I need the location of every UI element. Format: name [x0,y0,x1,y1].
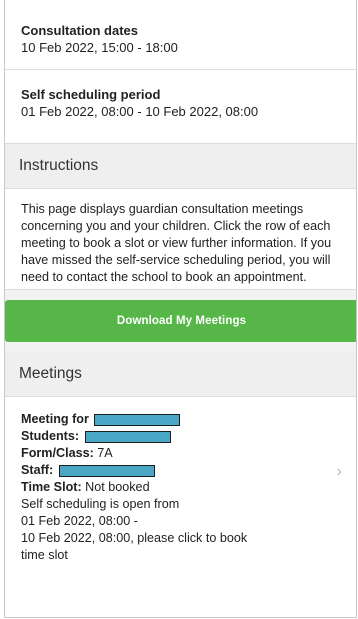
meeting-row[interactable]: Meeting for Students: Form/Class: 7A Sta… [5,397,356,564]
form-class-value: 7A [97,446,113,460]
scheduling-note-line-1: Self scheduling is open from [21,497,180,511]
time-slot-line: Time Slot: Not booked [21,479,340,496]
self-scheduling-period-block: Self scheduling period 01 Feb 2022, 08:0… [5,70,356,143]
form-class-line: Form/Class: 7A [21,445,340,462]
self-scheduling-period-value: 01 Feb 2022, 08:00 - 10 Feb 2022, 08:00 [21,104,259,119]
scheduling-note-line-3: 10 Feb 2022, 08:00, please click to book [21,531,248,545]
staff-line: Staff: [21,462,340,479]
chevron-right-icon: › [336,463,342,480]
instructions-text: This page displays guardian consultation… [5,189,356,290]
staff-label: Staff: [21,463,54,477]
time-slot-label: Time Slot: [21,480,82,494]
consultation-dates-value: 10 Feb 2022, 15:00 - 18:00 [21,40,178,55]
time-slot-value: Not booked [85,480,150,494]
meetings-page: Consultation dates 10 Feb 2022, 15:00 - … [4,0,357,618]
students-line: Students: [21,428,340,445]
redacted-student [84,430,171,443]
students-label: Students: [21,429,80,443]
meeting-for-line: Meeting for [21,411,340,428]
download-my-meetings-button[interactable]: Download My Meetings [5,300,356,342]
redacted-staff [58,464,155,477]
form-class-label: Form/Class: [21,446,94,460]
download-section: Download My Meetings [5,290,356,351]
consultation-dates-label: Consultation dates [21,23,139,38]
meetings-header: Meetings [5,351,356,397]
instructions-header: Instructions [5,143,356,189]
self-scheduling-period-label: Self scheduling period [21,87,161,102]
meeting-for-label: Meeting for [21,412,89,426]
consultation-dates-block: Consultation dates 10 Feb 2022, 15:00 - … [5,0,356,70]
scheduling-note-line-2: 01 Feb 2022, 08:00 - [21,514,138,528]
scheduling-note-line-4: time slot [21,548,68,562]
redacted-name [94,413,181,426]
